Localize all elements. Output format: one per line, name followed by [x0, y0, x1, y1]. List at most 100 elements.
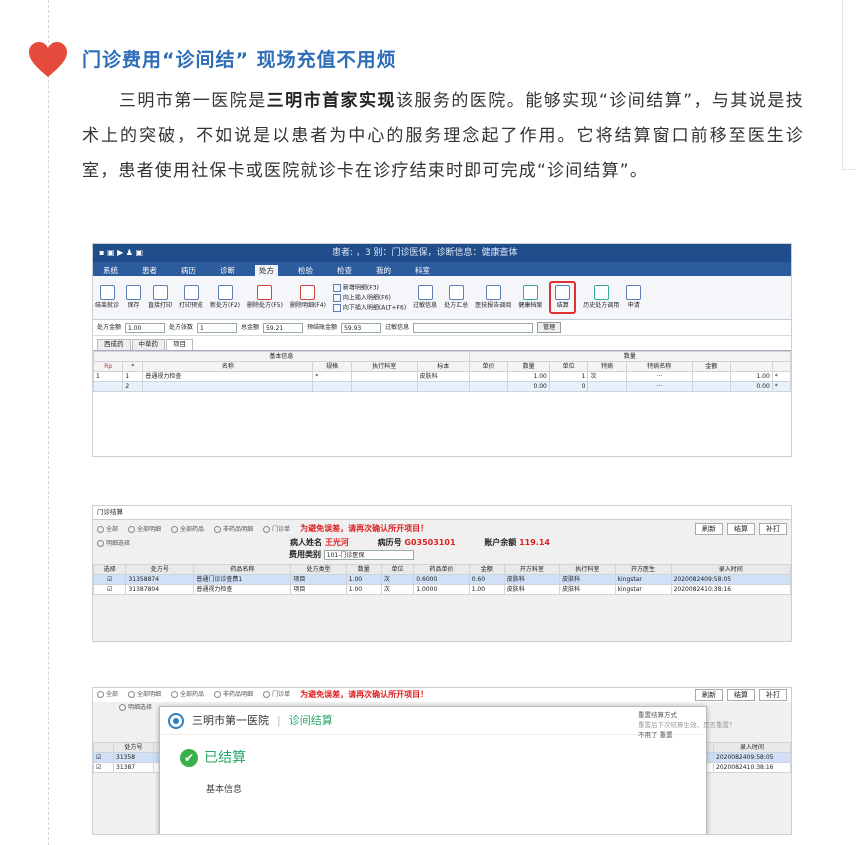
reprint-button[interactable]: 补打: [759, 523, 787, 536]
heart-icon: [29, 42, 67, 77]
app-titlebar: ▪ ▣ ▶ ♟ ▣ 患者: ，3 别：门诊医保，诊断信息：健康查体: [93, 244, 791, 262]
printer-icon: [183, 285, 199, 301]
fee-type-select[interactable]: 101-门诊医保: [323, 549, 414, 560]
tab-items[interactable]: 项目: [166, 339, 193, 350]
settle-button[interactable]: 结算: [549, 281, 577, 314]
settle-icon: [555, 285, 571, 301]
settlement-grid: 选择 处方号 药品名称 处方类型 数量 单位 药品单价 金额 开方科室 执行科室 开方医生 录入时间 …: [93, 563, 791, 595]
new-doc-icon: [217, 285, 233, 301]
radio-all-drugs[interactable]: 全部药品: [171, 526, 204, 533]
left-dashed-rule: [48, 0, 49, 845]
health-record-button[interactable]: 健康档案: [518, 285, 542, 309]
menu-item[interactable]: 诊断: [216, 265, 239, 276]
form-icon: [626, 285, 642, 301]
menu-item[interactable]: 科室: [411, 265, 434, 276]
hospital-name: 三明市第一医院: [192, 713, 269, 727]
refresh-button[interactable]: 刷新: [695, 688, 723, 702]
insert-below-button[interactable]: 向下插入明细(ALT+F6): [333, 304, 406, 312]
hospital-logo-icon: [168, 712, 184, 729]
warning-text: 为避免误差，请再次确认所开项目！: [300, 690, 429, 700]
total-field[interactable]: 59.21: [263, 322, 304, 333]
detail-select-checkbox[interactable]: 明细选择: [119, 704, 152, 711]
section-heading: 门诊费用“诊间结” 现场充值不用烦: [82, 49, 397, 71]
radio-all-details[interactable]: 全部明细: [128, 526, 161, 533]
arrow-left-icon: [99, 285, 115, 301]
end-visit-button[interactable]: 结束就诊: [95, 285, 119, 309]
add-detail-button[interactable]: 新增明细(F3): [333, 284, 406, 292]
allergy-icon: [417, 285, 433, 301]
radio-outpatient[interactable]: 门诊单: [263, 526, 290, 533]
totals-row: 处方金额 1.00 处方张数 1 总金额 59.21 预结账金额 59.93 过敏信息 …: [93, 320, 791, 336]
radio-all-details[interactable]: 全部明细: [128, 691, 161, 698]
menu-item[interactable]: 检验: [294, 265, 317, 276]
rx-grid: 基本信息 数量 Rp * 名称 规格 执行科室 标本 单价 数量 单位 特病 特…: [93, 350, 791, 392]
delete-prescription-button[interactable]: 删除处方(F5): [247, 285, 283, 309]
reset-actions[interactable]: 不用了 重置: [638, 731, 736, 741]
settlement-screenshot: 门诊结算 全部 全部明细 全部药品 非药品明细 门诊单 为避免误差，请再次确认所…: [92, 505, 792, 642]
intro-paragraph: 三明市第一医院是三明市首家实现该服务的医院。能够实现“诊间结算”，与其说是技术上…: [82, 91, 804, 181]
rx-amount-field[interactable]: 1.00: [125, 322, 166, 333]
patient-info-bar: 患者: ，3 别：门诊医保，诊断信息：健康查体: [332, 247, 518, 258]
chart-icon: [485, 285, 501, 301]
print-button[interactable]: 直接打印: [148, 285, 172, 309]
summary-button[interactable]: 处方汇总: [444, 285, 468, 309]
insert-above-button[interactable]: 向上插入明细(F6): [333, 294, 406, 302]
refresh-button[interactable]: 刷新: [695, 523, 723, 536]
radio-outpatient[interactable]: 门诊单: [263, 691, 290, 698]
history-button[interactable]: 历史处方调用: [583, 285, 619, 309]
pulse-icon: [522, 285, 538, 301]
detail-actions: 新增明细(F3) 向上插入明细(F6) 向下插入明细(ALT+F6): [333, 284, 406, 312]
manage-button[interactable]: 管理: [537, 321, 562, 334]
table-row[interactable]: ☑ 31358874 普通门诊诊查费1 项目 1.00 次 0.6000 0.60 皮肤科 皮肤科…: [93, 573, 791, 585]
settle-button[interactable]: 结算: [727, 688, 755, 702]
report-button[interactable]: 医技报告调阅: [475, 285, 511, 309]
menu-item[interactable]: 我的: [372, 265, 395, 276]
reprint-button[interactable]: 补打: [759, 688, 787, 702]
table-row[interactable]: 1 1 普通视力检查 * 皮肤科 1.00 1 次 ··· 1.00 *: [93, 370, 791, 382]
allergy-button[interactable]: 过敏信息: [413, 285, 437, 309]
settled-dialog-screenshot: 全部 全部明细 全部药品 非药品明细 门诊单 为避免误差，请再次确认所开项目！ …: [92, 687, 792, 835]
pre-settle-field[interactable]: 59.93: [341, 322, 382, 333]
settle-dialog: 三明市第一医院 | 诊间结算 ✔ 已结算 基本信息 重置结算方式 重置后下次结算…: [159, 706, 736, 834]
radio-all-drugs[interactable]: 全部药品: [171, 691, 204, 698]
menu-item[interactable]: 系统: [99, 265, 122, 276]
apply-button[interactable]: 申请: [626, 285, 642, 309]
settle-button[interactable]: 结算: [727, 523, 755, 536]
detail-select-checkbox[interactable]: 明细选择: [97, 540, 130, 547]
menu-item[interactable]: 病历: [177, 265, 200, 276]
tab-western[interactable]: 西成药: [97, 339, 131, 350]
basic-info-section: 基本信息: [206, 785, 243, 795]
menu-item-active[interactable]: 处方: [255, 265, 278, 276]
history-icon: [593, 285, 609, 301]
bold-emphasis: 三明市首家实现: [266, 91, 396, 111]
rx-tabs: 西成药 中草药 项目: [93, 336, 791, 351]
print-preview-button[interactable]: 打印预览: [179, 285, 203, 309]
group-header: 数量: [468, 350, 791, 362]
menu-bar: 系统 患者 病历 诊断 处方 检验 检查 我的 科室: [93, 262, 791, 276]
fee-type: 费用类别 101-门诊医保: [93, 548, 791, 564]
radio-non-drug[interactable]: 非药品明细: [214, 691, 253, 698]
radio-all[interactable]: 全部: [97, 526, 118, 533]
filter-row: 全部 全部明细 全部药品 非药品明细 门诊单 为避免误差，请再次确认所开项目！ …: [93, 520, 791, 538]
menu-item[interactable]: 患者: [138, 265, 161, 276]
warning-text: 为避免误差，请再次确认所开项目！: [300, 524, 429, 534]
reset-settle-panel: 重置结算方式 重置后下次结算生效，是否重置？ 不用了 重置: [638, 711, 736, 741]
minus-icon: [300, 285, 316, 301]
radio-all[interactable]: 全部: [97, 691, 118, 698]
table-row[interactable]: ☑ 31387804 普通视力检查 项目 1.00 次 1.0000 1.00 皮肤科 皮肤科 ki…: [93, 583, 791, 595]
radio-non-drug[interactable]: 非药品明细: [214, 526, 253, 533]
new-prescription-button[interactable]: 新处方(F2): [210, 285, 240, 309]
allergy-select[interactable]: [413, 322, 534, 333]
delete-detail-button[interactable]: 删除明细(F4): [290, 285, 326, 309]
menu-item[interactable]: 检查: [333, 265, 356, 276]
save-button[interactable]: 保存: [126, 285, 142, 309]
tab-herbal[interactable]: 中草药: [131, 339, 165, 350]
table-row[interactable]: 2 0.00 0 ··· 0.00 *: [93, 380, 791, 392]
close-icon: [257, 285, 273, 301]
rx-count-field[interactable]: 1: [197, 322, 238, 333]
right-side-box: [842, 0, 856, 170]
settled-status: ✔ 已结算: [180, 749, 706, 767]
his-prescription-screenshot: ▪ ▣ ▶ ♟ ▣ 患者: ，3 别：门诊医保，诊断信息：健康查体 系统 患者 …: [92, 243, 792, 457]
save-icon: [126, 285, 142, 301]
summary-icon: [448, 285, 464, 301]
